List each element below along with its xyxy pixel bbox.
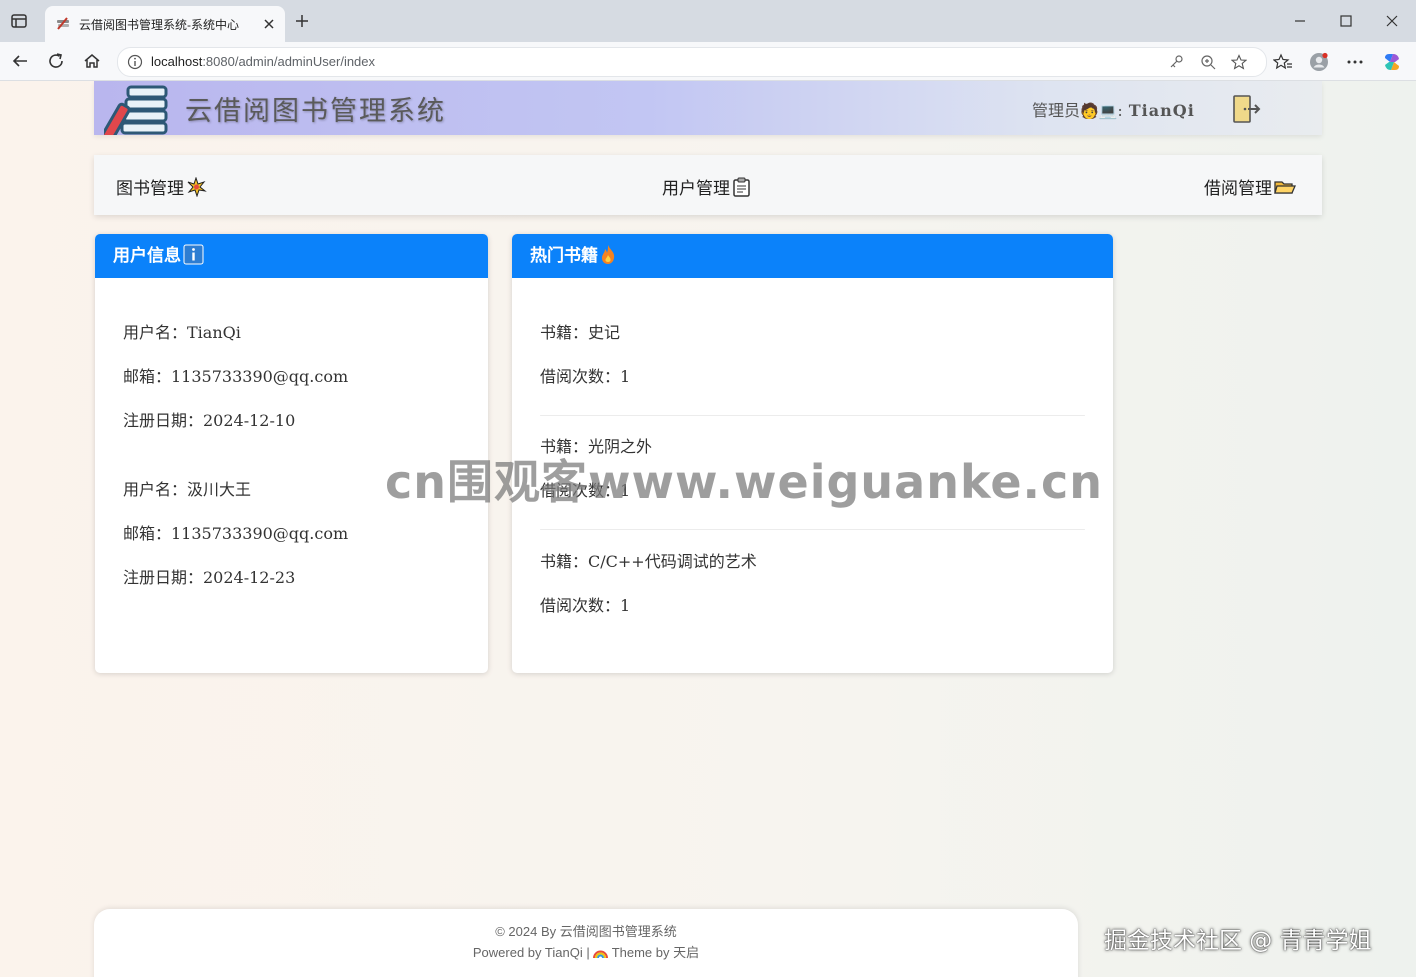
favorites-icon[interactable] [1273,52,1293,72]
footer-theme-text: Theme by 天启 [608,945,700,960]
close-window-icon[interactable] [1384,13,1400,29]
user-email: 邮箱：1135733390@qq.com [123,524,349,543]
zoom-icon[interactable] [1200,54,1216,70]
nav-borrow-management[interactable]: 借阅管理 [1204,174,1296,199]
user-username: 用户名：汲川大王 [123,480,252,499]
footer-copyright: © 2024 By 云借阅图书管理系统 [495,924,677,939]
tab-actions-icon[interactable] [10,12,28,30]
info-icon [183,244,204,265]
new-tab-icon[interactable] [294,13,310,29]
footer-powered-by: Powered by TianQi | Theme by 天启 [94,942,1078,961]
maximize-icon[interactable] [1338,13,1354,29]
user-info-header: 用户信息 [95,234,488,278]
home-icon[interactable] [83,52,101,70]
site-title: 云借阅图书管理系统 [185,96,446,127]
user-email: 邮箱：1135733390@qq.com [123,367,349,386]
nav-book-management[interactable]: 图书管理 [116,174,207,199]
hot-books-header: 热门书籍 [512,234,1113,278]
book-borrow-count: 借阅次数：1 [540,596,631,615]
fire-icon [602,245,615,264]
tab-title: 云借阅图书管理系统-系统中心 [79,18,239,32]
hot-books-card: 热门书籍 书籍：史记 借阅次数：1 书籍：光阴之外 借阅次数：1 书籍：C/C+… [512,234,1113,673]
key-icon[interactable] [1168,54,1184,70]
user-username: 用户名：TianQi [123,323,241,342]
page-content: 云借阅图书管理系统 管理员🧑💻: TianQi 图书管理 用户管理 借阅管理 用… [0,81,1416,977]
book-divider [540,529,1085,530]
clipboard-icon [733,177,750,197]
url-text[interactable]: localhost:8080/admin/adminUser/index [151,54,375,69]
hot-books-title: 热门书籍 [530,246,598,266]
nav-user-management[interactable]: 用户管理 [662,174,751,199]
corner-watermark: 掘金技术社区 @ 青青学姐 [1104,928,1372,954]
copilot-icon[interactable] [1382,52,1402,72]
user-info-card: 用户信息 用户名：TianQi 邮箱：1135733390@qq.com 注册日… [95,234,488,673]
nav-label: 借阅管理 [1204,179,1272,199]
minimize-icon[interactable] [1292,13,1308,29]
admin-name: TianQi [1128,101,1195,120]
close-tab-icon[interactable] [261,16,277,32]
book-name: 书籍：C/C++代码调试的艺术 [540,552,757,571]
user-register-date: 注册日期：2024-12-23 [123,568,296,587]
admin-label: 管理员 [1032,101,1081,120]
browser-toolbar: localhost:8080/admin/adminUser/index [0,42,1416,81]
rainbow-icon [593,950,609,959]
back-icon[interactable] [11,52,29,70]
more-options-icon[interactable] [1345,52,1365,72]
sparkle-icon [187,176,207,198]
browser-tab[interactable]: 云借阅图书管理系统-系统中心 [45,6,285,42]
site-header: 云借阅图书管理系统 管理员🧑💻: TianQi [94,81,1322,135]
favorite-star-icon[interactable] [1231,54,1247,70]
footer-powered-text: Powered by TianQi | [472,945,594,960]
book-borrow-count: 借阅次数：1 [540,481,631,500]
books-logo-icon [104,85,168,135]
folder-icon [1274,181,1296,194]
admin-separator: : [1117,101,1123,120]
nav-label: 用户管理 [662,179,730,199]
admin-emoji-icon: 🧑💻 [1080,102,1118,120]
nav-label: 图书管理 [116,179,184,199]
logout-icon[interactable] [1230,93,1262,125]
browser-tab-bar: 云借阅图书管理系统-系统中心 [0,0,1416,42]
book-name: 书籍：史记 [540,323,621,342]
site-info-icon[interactable] [127,54,143,70]
main-nav: 图书管理 用户管理 借阅管理 [94,155,1322,215]
profile-avatar-icon[interactable] [1309,52,1329,72]
user-register-date: 注册日期：2024-12-10 [123,411,296,430]
reload-icon[interactable] [47,52,65,70]
address-bar[interactable]: localhost:8080/admin/adminUser/index [117,47,1267,77]
admin-info: 管理员🧑💻: TianQi [1032,97,1195,121]
page-footer: © 2024 By 云借阅图书管理系统 Powered by TianQi | … [94,909,1078,977]
book-borrow-count: 借阅次数：1 [540,367,631,386]
favicon-icon [57,17,69,30]
user-info-title: 用户信息 [113,246,181,266]
book-name: 书籍：光阴之外 [540,437,653,456]
book-divider [540,415,1085,416]
